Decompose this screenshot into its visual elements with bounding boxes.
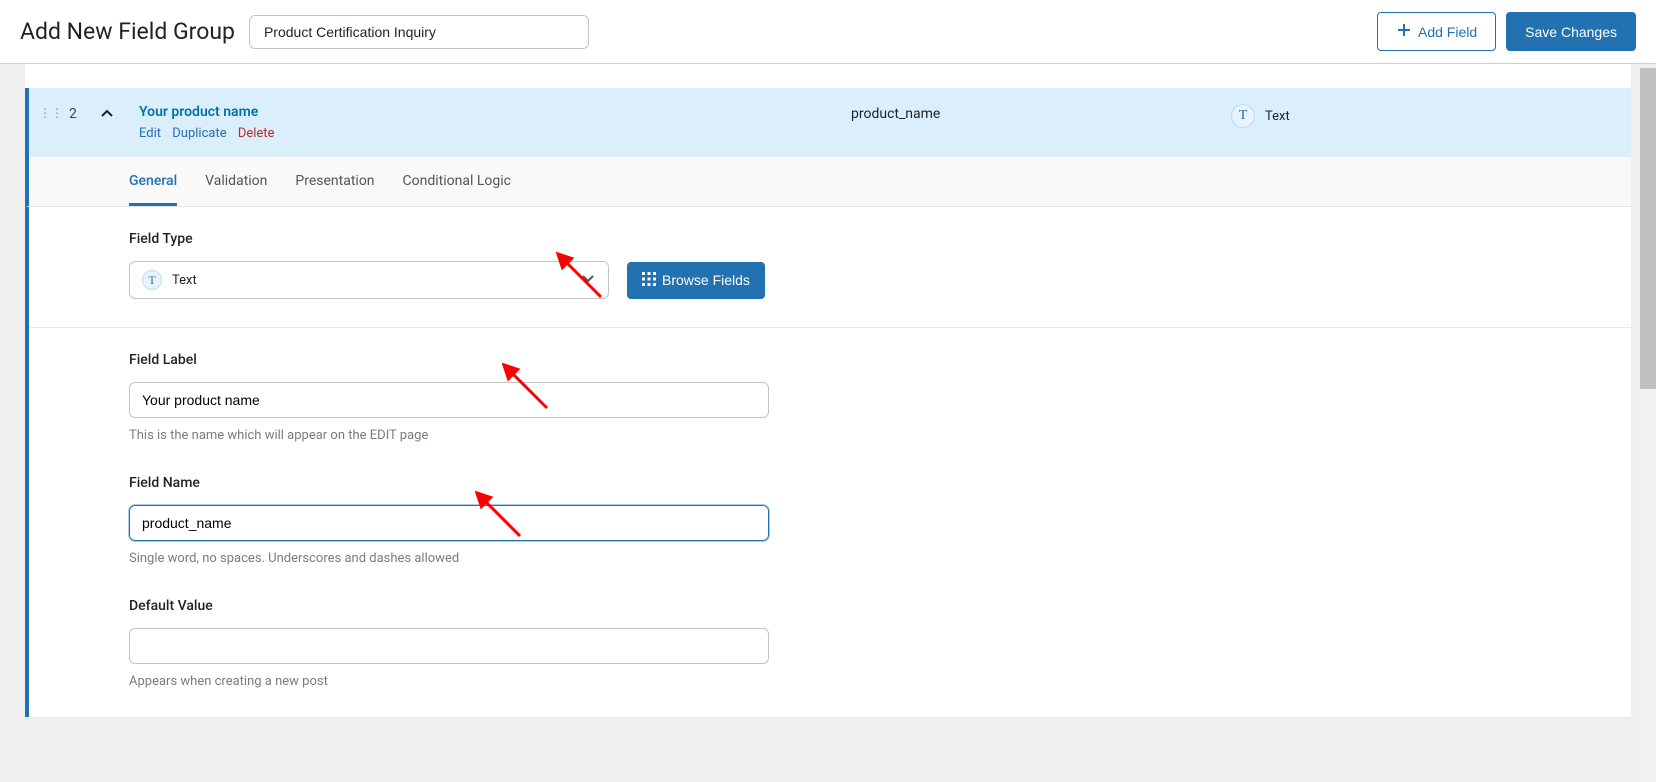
tab-general[interactable]: General xyxy=(129,157,177,206)
setting-field-label: Field Label This is the name which will … xyxy=(29,328,1631,463)
drag-handle-icon[interactable]: ⋮⋮ xyxy=(39,106,63,120)
edit-link[interactable]: Edit xyxy=(139,126,161,141)
field-label-input[interactable] xyxy=(129,382,769,418)
field-type-label: Field Type xyxy=(129,231,1531,247)
field-label-help: This is the name which will appear on th… xyxy=(129,428,1531,443)
field-type-select[interactable]: T Text xyxy=(129,261,609,299)
default-value-help: Appears when creating a new post xyxy=(129,674,1531,689)
default-value-heading: Default Value xyxy=(129,598,1531,614)
field-type-column: T Text xyxy=(1231,104,1631,128)
group-title-input[interactable] xyxy=(249,15,589,49)
tab-validation[interactable]: Validation xyxy=(205,157,267,206)
setting-field-type: Field Type T Text xyxy=(29,207,1631,328)
page-title: Add New Field Group xyxy=(20,18,235,45)
field-order-number: 2 xyxy=(69,106,77,122)
row-actions: Edit Duplicate Delete xyxy=(139,126,851,141)
tab-conditional-logic[interactable]: Conditional Logic xyxy=(403,157,511,206)
field-label-heading: Field Label xyxy=(129,352,1531,368)
setting-default-value: Default Value Appears when creating a ne… xyxy=(29,586,1631,717)
add-field-button[interactable]: Add Field xyxy=(1377,12,1496,51)
save-changes-button[interactable]: Save Changes xyxy=(1506,12,1636,51)
tab-presentation[interactable]: Presentation xyxy=(295,157,374,206)
field-row[interactable]: ⋮⋮ 2 Your product name Edit Duplicate De… xyxy=(25,88,1631,157)
grid-icon xyxy=(642,272,656,289)
text-type-icon: T xyxy=(1231,104,1255,128)
plus-icon xyxy=(1396,22,1412,41)
field-type-value: Text xyxy=(172,273,197,288)
browse-fields-button[interactable]: Browse Fields xyxy=(627,262,765,299)
header-bar: Add New Field Group Add Field Save Chang… xyxy=(0,0,1656,64)
field-name-help: Single word, no spaces. Underscores and … xyxy=(129,551,1531,566)
duplicate-link[interactable]: Duplicate xyxy=(172,126,226,141)
settings-panel: Field Type T Text xyxy=(25,207,1631,717)
vertical-scrollbar[interactable] xyxy=(1640,68,1656,782)
field-title-block: Your product name Edit Duplicate Delete xyxy=(139,104,851,141)
setting-field-name: Field Name Single word, no spaces. Under… xyxy=(29,463,1631,586)
save-changes-label: Save Changes xyxy=(1525,24,1617,40)
field-label-link[interactable]: Your product name xyxy=(139,104,851,120)
chevron-down-icon xyxy=(580,270,596,290)
field-type-label: Text xyxy=(1265,109,1290,124)
text-type-icon: T xyxy=(142,270,162,290)
default-value-input[interactable] xyxy=(129,628,769,664)
field-settings-tabs: General Validation Presentation Conditio… xyxy=(25,157,1631,207)
field-name-input[interactable] xyxy=(129,505,769,541)
add-field-label: Add Field xyxy=(1418,24,1477,40)
header-actions: Add Field Save Changes xyxy=(1377,12,1636,51)
scrollbar-thumb[interactable] xyxy=(1640,68,1656,389)
collapse-toggle[interactable] xyxy=(99,111,115,126)
delete-link[interactable]: Delete xyxy=(238,126,275,141)
field-name-heading: Field Name xyxy=(129,475,1531,491)
field-key: product_name xyxy=(851,104,1231,122)
browse-fields-label: Browse Fields xyxy=(662,272,750,288)
